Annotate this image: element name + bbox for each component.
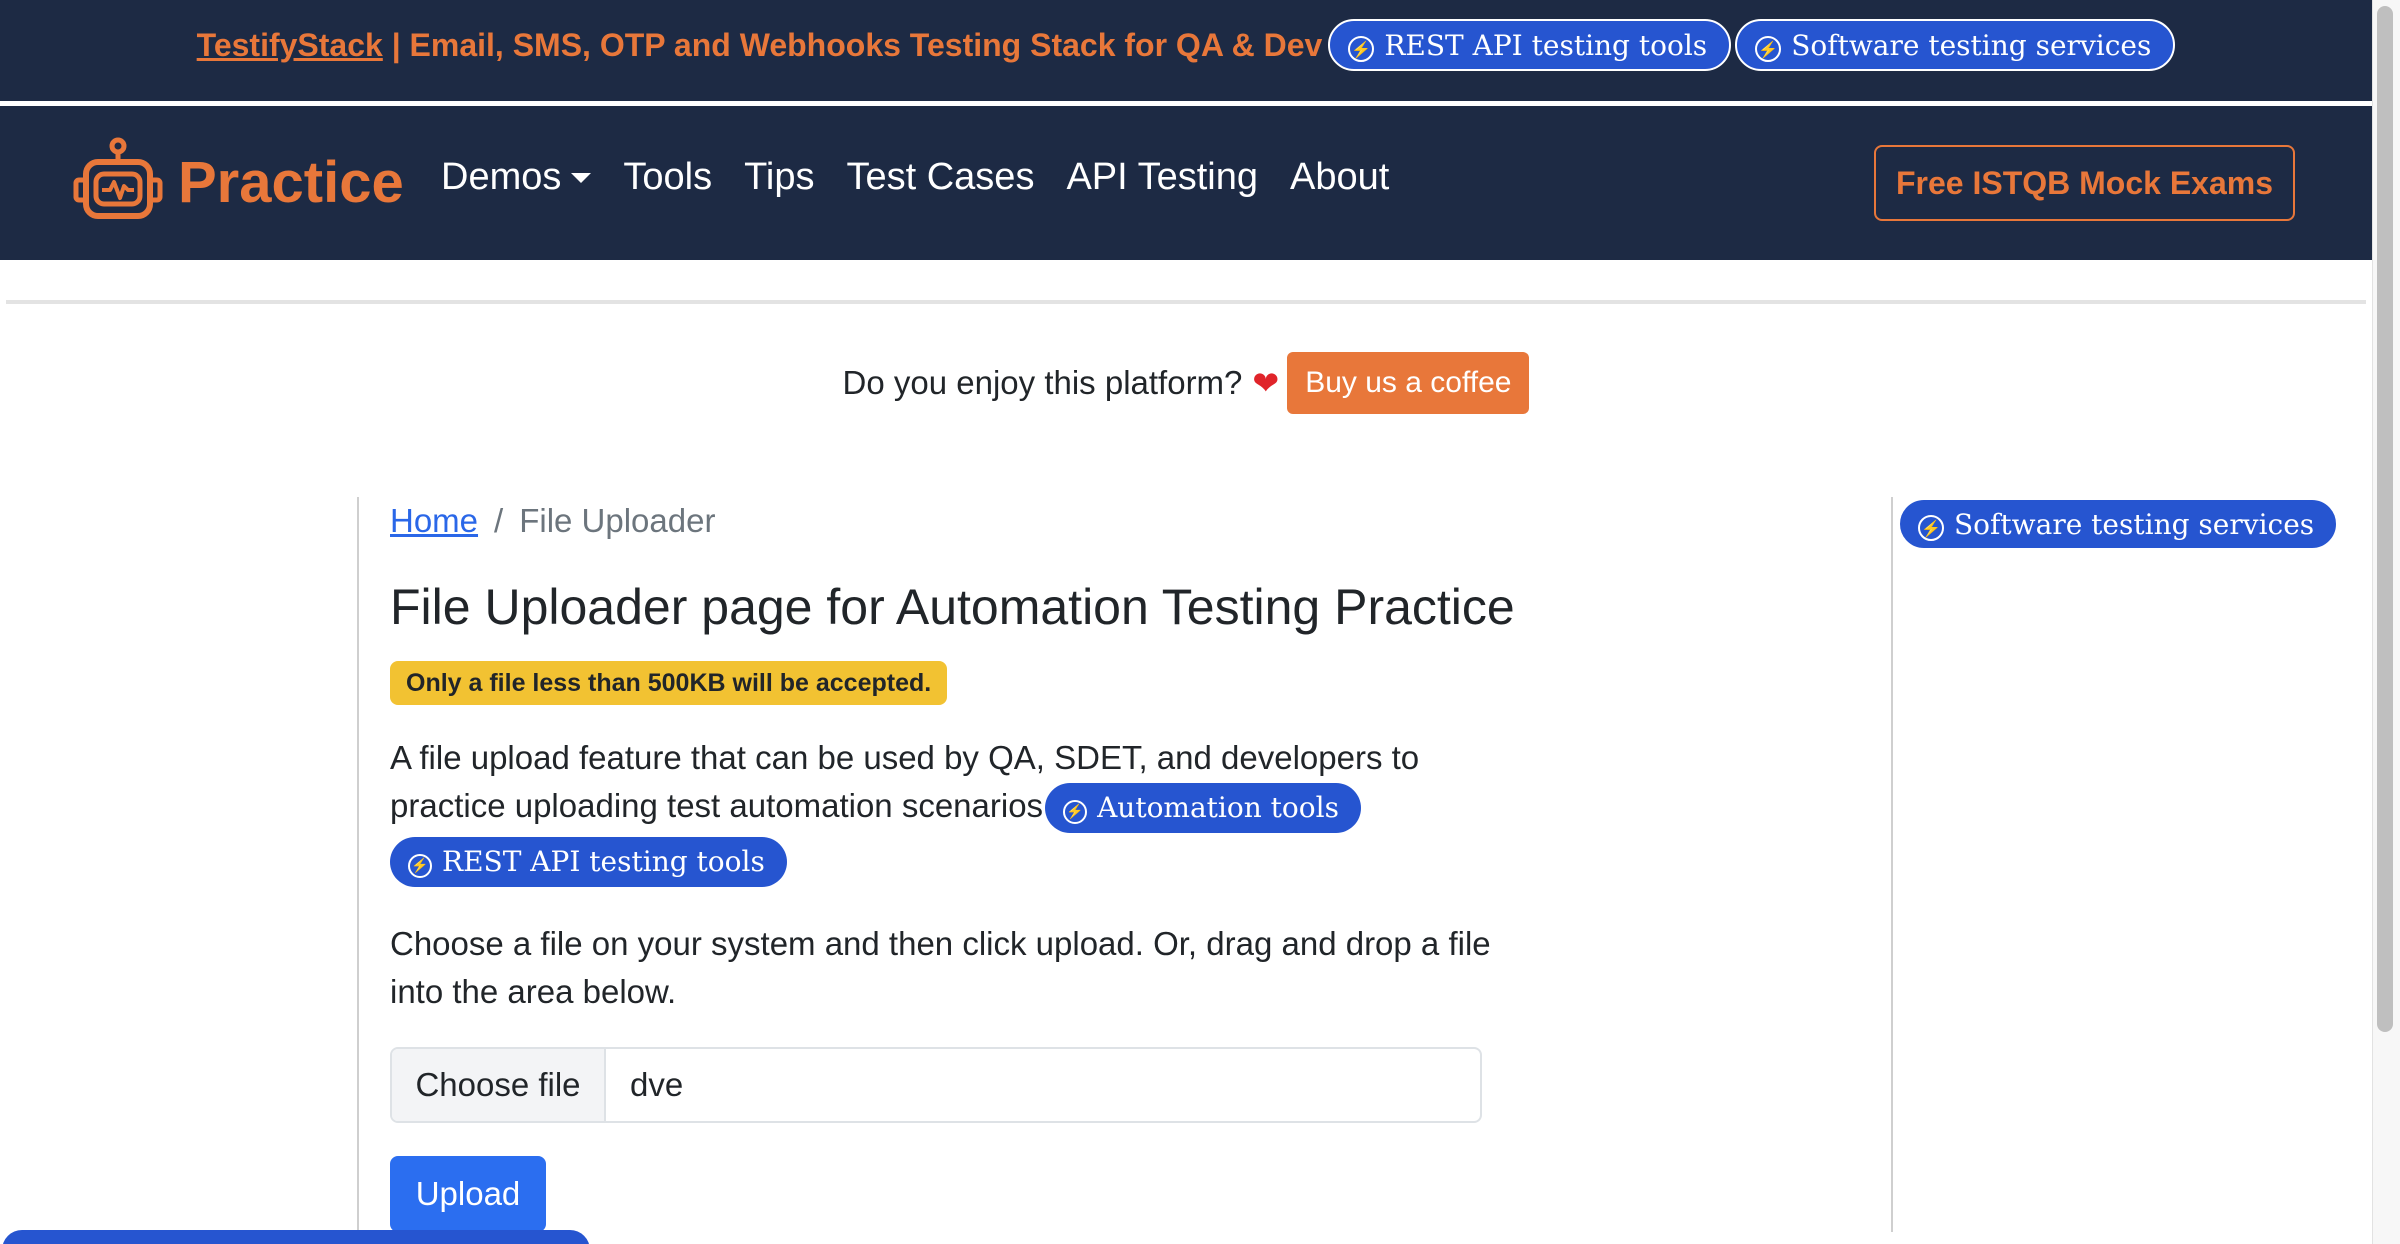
bolt-circle-icon: ⚡ — [1918, 515, 1944, 541]
bolt-circle-icon: ⚡ — [1755, 36, 1782, 62]
rest-api-tools-pill[interactable]: ⚡ REST API testing tools — [1328, 19, 1732, 71]
sidebar-software-testing-pill[interactable]: ⚡ Software testing services — [1898, 498, 2339, 550]
coffee-text: Do you enjoy this platform? — [842, 364, 1243, 401]
bolt-circle-icon: ⚡ — [1348, 36, 1375, 62]
promo-content: TestifyStack | Email, SMS, OTP and Webho… — [0, 17, 2372, 73]
bottom-floating-pill[interactable] — [2, 1230, 590, 1244]
heart-icon: ❤ — [1252, 365, 1280, 401]
nav-test-cases[interactable]: Test Cases — [846, 156, 1034, 199]
pill-label: Software testing services — [1791, 28, 2152, 62]
istqb-mock-exams-button[interactable]: Free ISTQB Mock Exams — [1874, 145, 2295, 221]
pill-label: REST API testing tools — [442, 845, 765, 879]
breadcrumb: Home / File Uploader — [390, 502, 715, 540]
choose-file-button[interactable]: Choose file — [392, 1049, 606, 1121]
brand-link[interactable]: Practice — [72, 136, 404, 228]
sidebar: ⚡ Software testing services — [1894, 498, 2339, 550]
brand-name: Practice — [178, 149, 404, 215]
nav-about[interactable]: About — [1290, 156, 1389, 199]
breadcrumb-current: File Uploader — [519, 502, 716, 539]
navbar: Practice Demos Tools Tips Test Cases API… — [0, 106, 2372, 260]
pill-label: Automation tools — [1097, 791, 1339, 825]
instructions-paragraph: Choose a file on your system and then cl… — [390, 925, 1491, 1010]
nav-links: Demos Tools Tips Test Cases API Testing … — [441, 156, 1421, 199]
nav-demos-label: Demos — [441, 156, 562, 198]
divider — [6, 300, 2366, 304]
automation-tools-pill[interactable]: ⚡ Automation tools — [1045, 783, 1361, 834]
bolt-circle-icon: ⚡ — [408, 854, 432, 879]
promo-tagline: | Email, SMS, OTP and Webhooks Testing S… — [382, 26, 1323, 63]
file-input-group[interactable]: Choose file dve — [390, 1047, 1482, 1123]
description-paragraph: A file upload feature that can be used b… — [390, 734, 1530, 888]
coffee-row: Do you enjoy this platform? ❤ Buy us a c… — [0, 352, 2372, 414]
software-testing-services-pill[interactable]: ⚡ Software testing services — [1735, 19, 2176, 71]
file-size-warning-badge: Only a file less than 500KB will be acce… — [390, 661, 948, 705]
pill-label: REST API testing tools — [1384, 28, 1708, 62]
breadcrumb-home[interactable]: Home — [390, 502, 478, 540]
rest-api-tools-pill-inline[interactable]: ⚡ REST API testing tools — [390, 837, 787, 888]
caret-down-icon — [571, 172, 592, 183]
file-name-display: dve — [630, 1066, 684, 1103]
nav-tools[interactable]: Tools — [623, 156, 712, 199]
nav-tips[interactable]: Tips — [744, 156, 814, 199]
bolt-circle-icon: ⚡ — [1063, 800, 1088, 825]
testifystack-link[interactable]: TestifyStack — [197, 27, 383, 63]
upload-button[interactable]: Upload — [390, 1156, 546, 1232]
promo-text: TestifyStack | Email, SMS, OTP and Webho… — [197, 27, 1323, 64]
page-title: File Uploader page for Automation Testin… — [390, 579, 1515, 635]
robot-icon — [73, 137, 163, 219]
buy-coffee-button[interactable]: Buy us a coffee — [1287, 352, 1530, 414]
nav-api-testing[interactable]: API Testing — [1066, 156, 1258, 199]
pill-label: Software testing services — [1954, 507, 2315, 541]
breadcrumb-separator: / — [494, 502, 504, 539]
promo-bar: TestifyStack | Email, SMS, OTP and Webho… — [0, 0, 2372, 101]
scrollbar-thumb[interactable] — [2377, 6, 2393, 1032]
sidebar-left-border — [1891, 497, 1893, 1232]
content-left-border — [357, 497, 359, 1232]
nav-demos[interactable]: Demos — [441, 156, 592, 199]
